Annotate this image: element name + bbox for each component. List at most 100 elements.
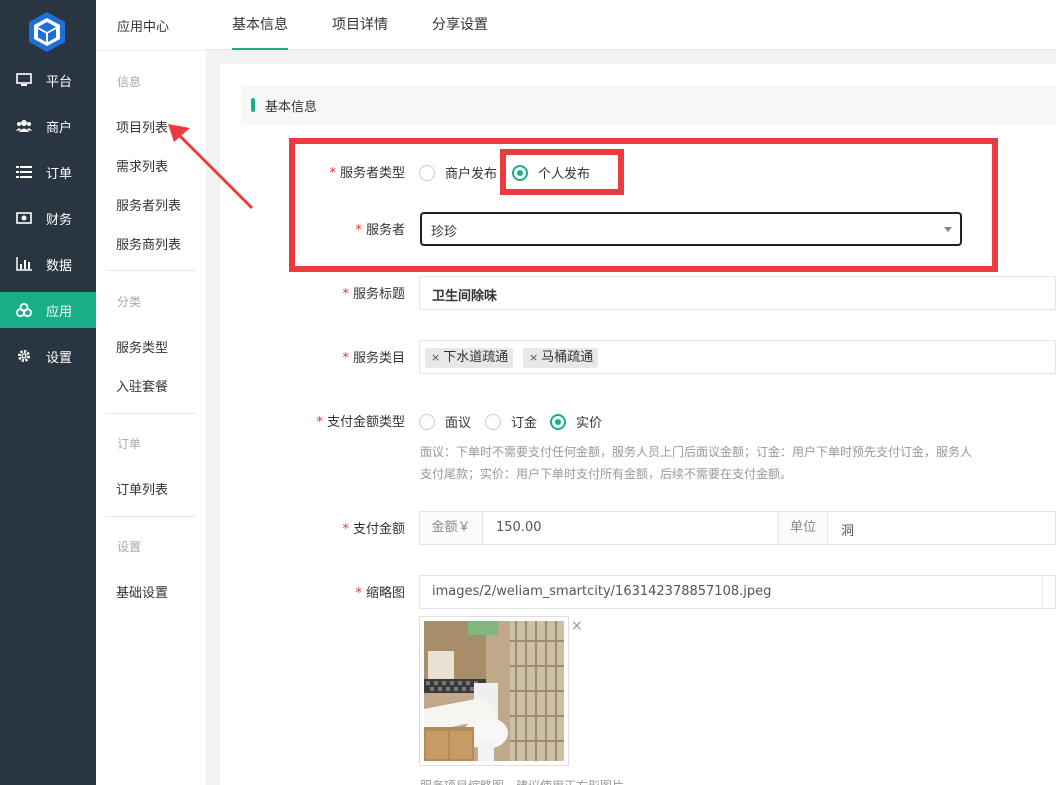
radio-label: 商户发布 [445,167,498,182]
nav-label: 应用 [46,304,73,320]
tab-share-settings[interactable]: 分享设置 [432,0,488,50]
sidebar-item-order-list[interactable]: 订单列表 [116,479,168,498]
help-text: 面议：下单时不需要支付任何金额，服务人员上门后面议金额；订金：用户下单时预先支付… [420,445,973,459]
radio-merchant-publish[interactable]: 商户发布 [419,163,497,182]
category-tag: × 马桶疏通 [523,348,599,368]
list-icon [16,164,32,180]
bar-chart-icon [16,256,32,272]
divider [106,516,196,517]
radio-personal-publish[interactable]: 个人发布 [512,163,590,182]
amount-input[interactable]: 150.00 [496,520,542,535]
sidebar-item-join-package[interactable]: 入驻套餐 [116,376,168,395]
divider [106,413,196,414]
input-value: images/2/weliam_smartcity/16314237885710… [432,584,772,599]
sidebar-item-service-type[interactable]: 服务类型 [116,337,168,356]
radio-label: 实价 [576,416,603,431]
sidebar-item-project-list[interactable]: 项目列表 [116,117,168,136]
required-mark: * [316,415,323,430]
sidebar-item-demand-list[interactable]: 需求列表 [116,156,168,175]
nav-item-platform[interactable]: 平台 [0,62,96,98]
radio-circle [485,413,501,430]
nav-item-finance[interactable]: 财务 [0,200,96,236]
required-mark: * [342,287,349,302]
provider-select[interactable]: 珍珍 [420,212,962,246]
sidebar-heading: 应用中心 [117,20,170,35]
tab-bar: 基本信息 项目详情 分享设置 [206,0,1056,50]
monitor-icon [16,72,32,88]
unit-prefix: 单位 [778,512,828,544]
thumbnail-image [424,621,564,761]
radio-circle [419,413,435,430]
radio-circle [419,164,435,181]
help-text: 支付尾款；实价：用户下单时支付所有金额，后续不需要在支付金额。 [420,467,793,481]
sidebar-group-title: 信息 [117,75,142,89]
close-icon[interactable]: × [529,351,538,364]
service-title-label: * 服务标题 [342,287,405,302]
sub-sidebar: 应用中心 信息 项目列表 需求列表 服务者列表 服务商列表 分类 服务类型 入驻… [96,0,206,785]
tab-project-detail[interactable]: 项目详情 [332,0,388,50]
sidebar-item-vendor-list[interactable]: 服务商列表 [116,234,181,253]
field-label-wrap: * 服务类目 [220,347,405,367]
divider [96,50,206,51]
provider-label: * 服务者 [355,223,405,238]
pay-type-label: * 支付金额类型 [316,415,405,430]
close-icon[interactable]: × [431,351,440,364]
radio-deposit[interactable]: 订金 [485,412,537,431]
divider [106,270,196,271]
chevron-down-icon [944,227,952,232]
section-accent [251,98,255,112]
nav-item-settings[interactable]: 设置 [0,338,96,374]
field-label-wrap: * 缩略图 [220,582,405,602]
thumbnail-help: 服务项目缩略图，建议使用正方形图片 [420,777,624,785]
apps-icon [16,302,32,318]
required-mark: * [342,522,349,537]
radio-negotiable[interactable]: 面议 [419,412,471,431]
service-category-label: * 服务类目 [342,351,405,366]
field-label-wrap: * 服务者类型 [220,162,405,182]
main-nav: 平台 商户 订单 财务 数据 应用 设置 [0,0,96,785]
form-panel: 基本信息 * 服务者类型 商户发布 个人发布 * 服务者 珍珍 * 服务标题 卫生间除… [220,64,1056,785]
sidebar-item-provider-list[interactable]: 服务者列表 [116,195,181,214]
thumbnail-label: * 缩略图 [355,586,405,601]
nav-item-orders[interactable]: 订单 [0,154,96,190]
nav-label: 商户 [46,120,73,136]
category-tag: × 下水道疏通 [425,348,514,368]
radio-circle [512,164,528,181]
service-category-multiselect[interactable]: × 下水道疏通 × 马桶疏通 [419,340,1056,374]
nav-item-apps[interactable]: 应用 [0,292,96,328]
nav-item-merchant[interactable]: 商户 [0,108,96,144]
radio-label: 面议 [445,416,472,431]
tab-basic-info[interactable]: 基本信息 [232,0,288,50]
pay-type-help: 面议：下单时不需要支付任何金额，服务人员上门后面议金额；订金：用户下单时预先支付… [420,441,1056,485]
radio-label: 订金 [511,416,538,431]
field-label-wrap: * 支付金额 [220,518,405,538]
service-title-input[interactable]: 卫生间除味 [419,276,1056,310]
money-icon [16,210,32,226]
amount-prefix: 金额￥ [420,512,483,544]
field-label-wrap: * 服务标题 [220,283,405,303]
section-title: 基本信息 [265,100,318,115]
close-icon[interactable]: × [571,618,583,634]
thumbnail-path-input[interactable]: images/2/weliam_smartcity/16314237885710… [419,575,1056,609]
section-header: 基本信息 [241,85,1056,125]
nav-label: 财务 [46,212,73,228]
required-mark: * [329,166,336,181]
radio-label: 个人发布 [538,167,591,182]
field-label-wrap: * 服务者 [220,219,405,239]
nav-label: 订单 [46,166,73,182]
sidebar-group-title: 设置 [117,540,142,554]
amount-input-group: 金额￥ 150.00 单位 洞 [419,511,1056,545]
required-mark: * [342,351,349,366]
amount-label: * 支付金额 [342,522,405,537]
unit-input[interactable]: 洞 [841,520,854,539]
select-value: 珍珍 [431,225,458,240]
radio-fixed-price[interactable]: 实价 [550,412,602,431]
sidebar-group-title: 订单 [117,437,142,451]
input-value: 卫生间除味 [432,289,498,304]
sidebar-item-basic-settings[interactable]: 基础设置 [116,582,168,601]
users-icon [16,118,32,134]
provider-type-label: * 服务者类型 [329,166,405,181]
nav-item-data[interactable]: 数据 [0,246,96,282]
gear-icon [16,348,32,364]
required-mark: * [355,586,362,601]
